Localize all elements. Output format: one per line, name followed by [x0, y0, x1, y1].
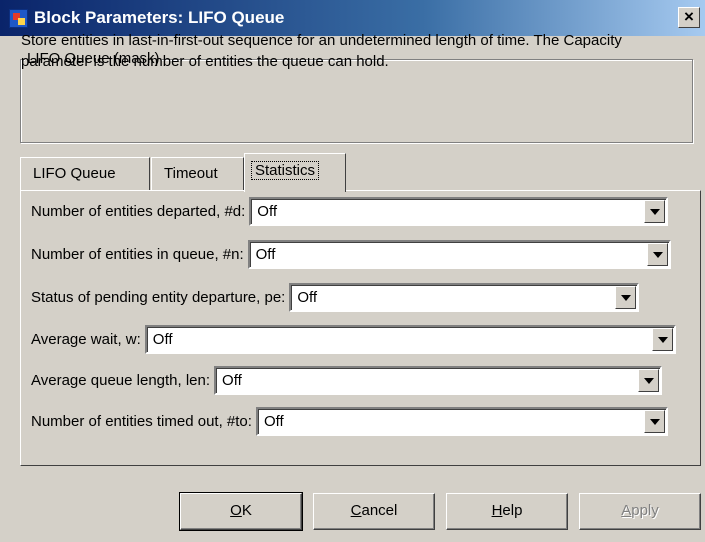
tab-strip: LIFO Queue Timeout Statistics: [20, 153, 700, 192]
dropdown-value: Off: [255, 245, 276, 263]
stat-label: Number of entities departed, #d:: [31, 202, 246, 220]
mask-description: Store entities in last-in-first-out sequ…: [21, 32, 622, 70]
help-mnemonic: H: [491, 502, 503, 519]
stat-label: Average queue length, len:: [31, 371, 211, 389]
close-icon: ×: [684, 7, 694, 26]
tab-label: Timeout: [164, 165, 218, 182]
simulink-block-icon: [9, 9, 28, 28]
stat-row-avg-wait: Average wait, w: Off: [21, 323, 676, 355]
dropdown-value: Off: [222, 371, 242, 389]
dropdown-arrow-icon[interactable]: [615, 285, 637, 309]
dropdown-value: Off: [152, 330, 173, 348]
cancel-mnemonic: C: [350, 502, 362, 519]
stat-label: Status of pending entity departure, pe:: [31, 288, 286, 306]
apply-button[interactable]: Apply: [579, 493, 701, 530]
stat-label: Number of entities in queue, #n:: [31, 245, 244, 263]
tab-statistics[interactable]: Statistics: [244, 153, 346, 192]
avg-wait-dropdown[interactable]: Off: [144, 324, 676, 354]
help-label: elp: [502, 502, 523, 519]
dropdown-arrow-icon[interactable]: [646, 242, 668, 266]
apply-label: pply: [631, 502, 659, 519]
stat-label: Number of entities timed out, #to:: [31, 412, 252, 430]
tab-timeout[interactable]: Timeout: [151, 157, 244, 191]
cancel-label: ancel: [361, 502, 398, 519]
dropdown-arrow-icon[interactable]: [644, 199, 666, 223]
dropdown-arrow-icon[interactable]: [638, 368, 660, 392]
tab-label: LIFO Queue: [33, 165, 116, 182]
apply-mnemonic: A: [621, 502, 632, 519]
stat-row-pending: Status of pending entity departure, pe: …: [21, 281, 640, 313]
timed-out-dropdown[interactable]: Off: [255, 406, 668, 436]
cancel-button[interactable]: Cancel: [313, 493, 435, 530]
stat-row-in-queue: Number of entities in queue, #n: Off: [21, 238, 671, 270]
ok-mnemonic: O: [230, 502, 242, 519]
dropdown-arrow-icon[interactable]: [651, 327, 673, 351]
stat-row-departed: Number of entities departed, #d: Off: [21, 195, 669, 227]
stat-row-avg-len: Average queue length, len: Off: [21, 364, 663, 396]
help-button[interactable]: Help: [446, 493, 568, 530]
in-queue-dropdown[interactable]: Off: [247, 239, 671, 269]
tab-lifo-queue[interactable]: LIFO Queue: [20, 157, 150, 191]
tab-label: Statistics: [251, 161, 320, 180]
dropdown-value: Off: [297, 288, 318, 306]
dropdown-value: Off: [263, 412, 284, 430]
ok-button[interactable]: OK: [179, 492, 303, 531]
stat-row-timed-out: Number of entities timed out, #to: Off: [21, 405, 668, 437]
avg-len-dropdown[interactable]: Off: [214, 365, 663, 395]
window-title: Block Parameters: LIFO Queue: [34, 8, 285, 27]
dropdown-arrow-icon[interactable]: [643, 409, 665, 433]
departed-dropdown[interactable]: Off: [249, 196, 669, 226]
stat-label: Average wait, w:: [31, 330, 141, 348]
pending-dropdown[interactable]: Off: [289, 282, 640, 312]
close-button[interactable]: ×: [678, 7, 700, 28]
dropdown-value: Off: [257, 202, 278, 220]
ok-label: K: [241, 502, 252, 519]
statistics-panel: Number of entities departed, #d: Off Num…: [20, 190, 701, 466]
